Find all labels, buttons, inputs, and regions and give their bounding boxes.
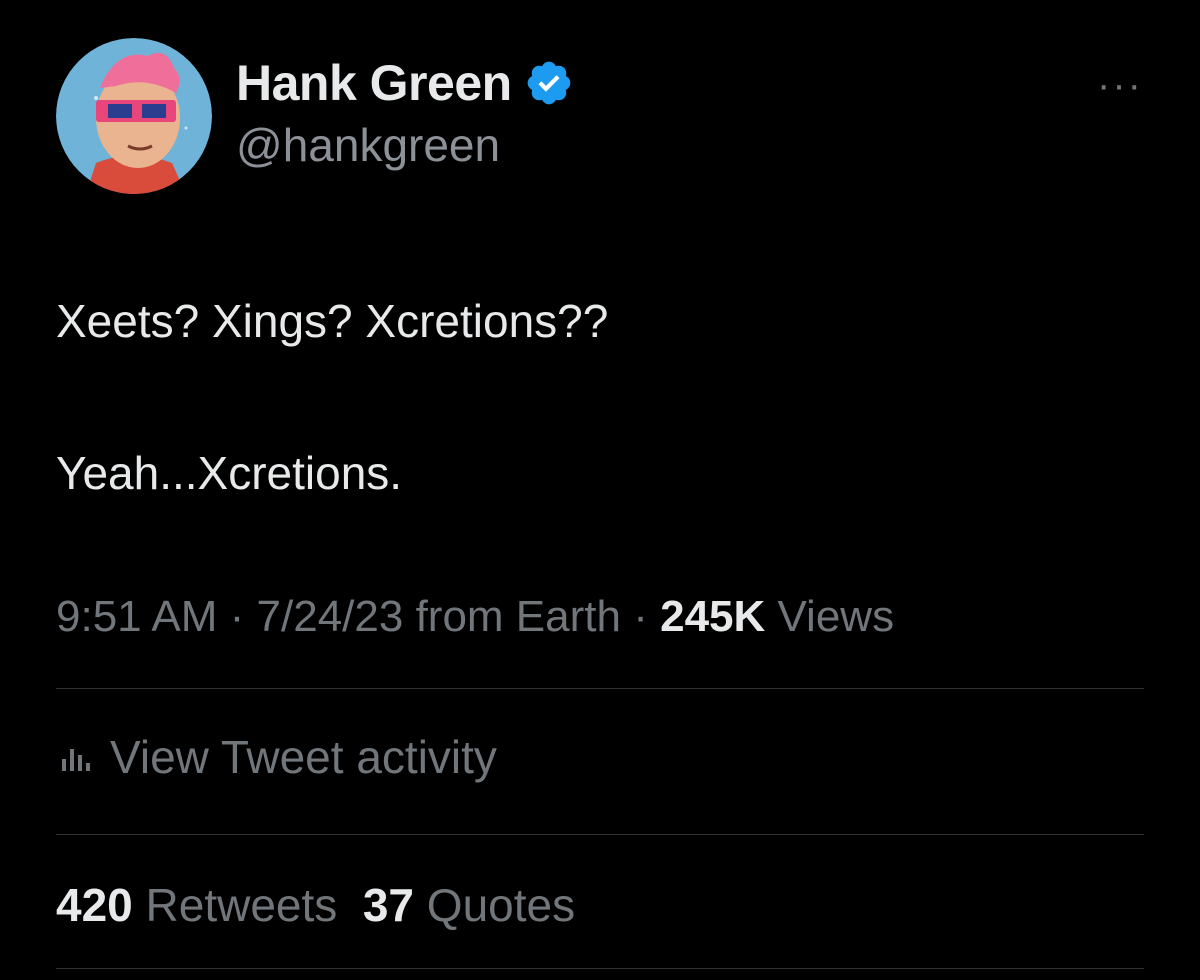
meta-separator: ·: [620, 592, 661, 641]
tweet-stats: 420 Retweets 37 Quotes: [56, 878, 575, 932]
avatar[interactable]: [56, 38, 212, 194]
quotes-label: Quotes: [414, 879, 576, 931]
quotes-count: 37: [362, 879, 415, 931]
more-horizontal-icon: ···: [1097, 63, 1143, 107]
tweet-time[interactable]: 9:51 AM: [56, 592, 217, 641]
view-tweet-activity-link[interactable]: View Tweet activity: [56, 730, 497, 784]
retweets-count: 420: [56, 879, 133, 931]
views-count: 245K: [660, 592, 766, 641]
verified-badge-icon: [527, 61, 571, 105]
more-options-button[interactable]: ···: [1090, 60, 1150, 110]
author-handle[interactable]: @hankgreen: [236, 118, 500, 172]
author-name-row: Hank Green: [236, 54, 574, 112]
divider: [56, 834, 1144, 835]
divider: [56, 968, 1144, 969]
retweets-stat[interactable]: 420 Retweets: [56, 879, 337, 931]
tweet-date[interactable]: 7/24/23: [257, 592, 404, 641]
divider: [56, 688, 1144, 689]
tweet-source: from Earth: [403, 592, 621, 641]
author-display-name[interactable]: Hank Green: [236, 54, 512, 112]
retweets-label: Retweets: [132, 879, 338, 931]
quotes-stat[interactable]: 37 Quotes: [363, 879, 575, 931]
bar-chart-icon: [62, 749, 90, 771]
tweet-meta: 9:51 AM · 7/24/23 from Earth · 245K View…: [56, 592, 894, 642]
view-tweet-activity-label: View Tweet activity: [110, 731, 497, 783]
meta-separator: ·: [217, 592, 257, 641]
tweet-text-line-1: Xeets? Xings? Xcretions??: [56, 295, 609, 347]
views-label: Views: [765, 592, 895, 641]
tweet-text-line-2: Yeah...Xcretions.: [56, 447, 403, 499]
